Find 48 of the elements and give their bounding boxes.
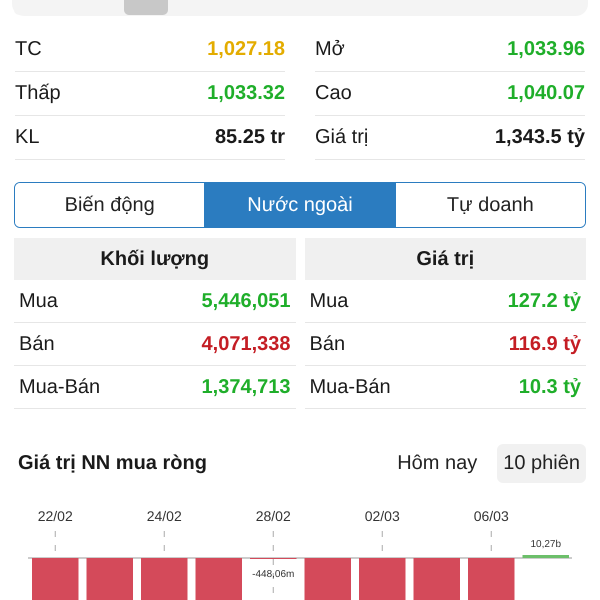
row-label: Bán (19, 332, 55, 356)
stat-value: 1,027.18 (207, 38, 285, 61)
positive-bar (522, 555, 569, 558)
row-label: Mua (19, 290, 58, 312)
segment-tab[interactable]: Tự doanh (394, 183, 585, 227)
row-label: Mua-Bán (19, 376, 100, 398)
stat-value: 1,033.96 (507, 38, 585, 61)
row-value: 127.2 tỷ (508, 290, 581, 312)
negative-bar (304, 558, 351, 600)
date-label: 02/03 (364, 508, 400, 524)
table-header: Khối lượng (14, 238, 296, 280)
bar-value-label: 10,27b (530, 539, 562, 550)
stat-label: TC (15, 38, 42, 61)
stat-value: 85.25 tr (214, 126, 285, 149)
section-title: Giá trị NN mua ròng (18, 452, 208, 475)
stat-value: 1,040.07 (507, 82, 585, 105)
stat-value: 1,343.5 tỷ (494, 126, 585, 149)
stat-label: Thấp (15, 82, 61, 105)
negative-bar (414, 558, 460, 600)
segment-tab[interactable]: Nước ngoài (204, 183, 395, 227)
row-value: 4,071,338 (202, 332, 290, 356)
row-value: 10.3 tỷ (518, 376, 581, 398)
row-value: 1,374,713 (202, 376, 290, 398)
row-label: Mua-Bán (310, 376, 391, 398)
bar-value-label: -448,06m (252, 569, 294, 580)
range-tab[interactable]: Hôm nay (391, 444, 484, 483)
stat-label: Giá trị (315, 126, 368, 149)
row-value: 116.9 tỷ (508, 332, 581, 356)
negative-bar (32, 558, 78, 600)
row-label: Mua (310, 290, 348, 312)
negative-bar (196, 558, 242, 600)
stat-label: Cao (315, 82, 352, 105)
stat-label: KL (15, 126, 40, 149)
row-value: 5,446,051 (202, 290, 290, 312)
range-tab[interactable]: 10 phiên (497, 444, 586, 483)
date-label: 22/02 (38, 508, 73, 524)
negative-bar (141, 558, 188, 600)
date-label: 06/03 (474, 508, 509, 524)
stat-value: 1,033.32 (207, 82, 285, 105)
row-label: Bán (310, 332, 346, 356)
negative-bar (86, 558, 133, 600)
date-label: 28/02 (256, 508, 291, 524)
negative-bar (359, 558, 406, 600)
negative-bar (468, 558, 514, 600)
stat-label: Mở (315, 38, 345, 61)
date-label: 24/02 (146, 508, 182, 524)
table-header: Giá trị (304, 238, 586, 280)
period-tab[interactable] (124, 0, 168, 15)
